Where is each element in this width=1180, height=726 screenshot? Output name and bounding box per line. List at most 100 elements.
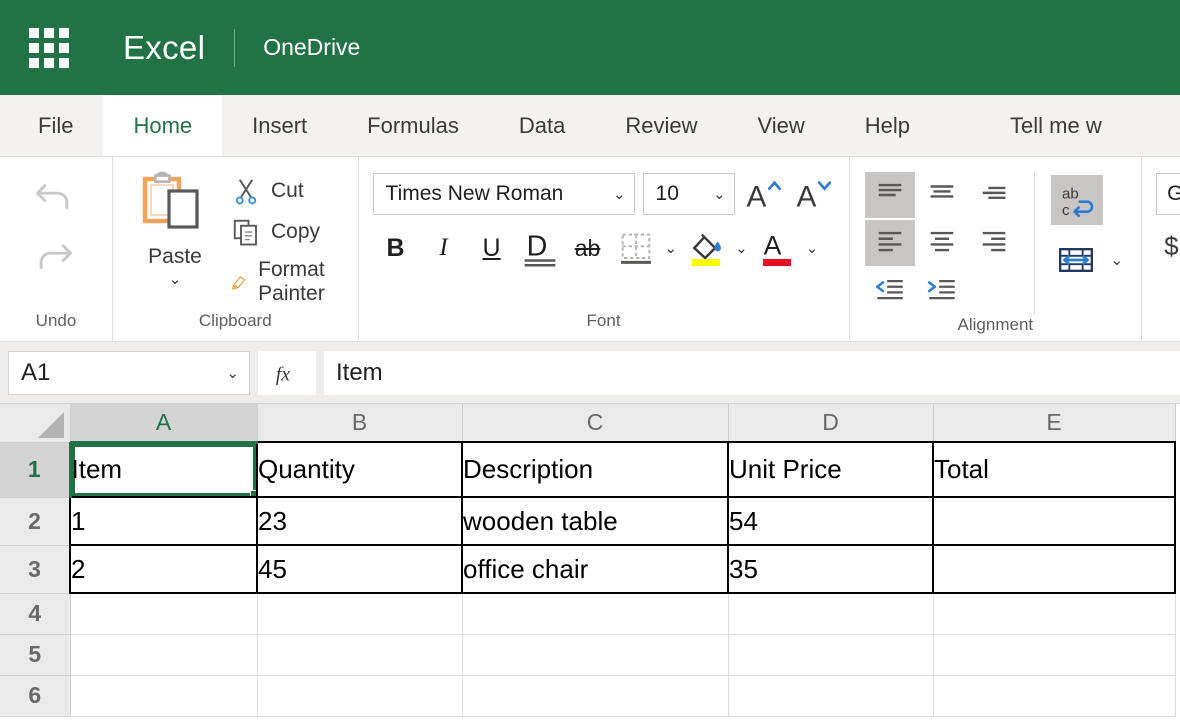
format-painter-button[interactable]: Format Painter: [225, 257, 344, 307]
tab-file[interactable]: File: [8, 95, 103, 156]
svg-text:c: c: [1062, 202, 1070, 219]
cell-d2[interactable]: 54: [727, 497, 934, 546]
paste-chevron-down-icon[interactable]: ⌄: [169, 272, 182, 287]
tab-help[interactable]: Help: [835, 95, 940, 156]
column-header-e[interactable]: E: [933, 404, 1176, 443]
cell-d6[interactable]: [728, 675, 934, 717]
align-top-center-button[interactable]: [917, 172, 967, 218]
currency-format-button[interactable]: $: [1156, 231, 1180, 262]
redo-icon[interactable]: [32, 233, 76, 277]
cell-c5[interactable]: [462, 634, 729, 676]
row-header-1[interactable]: 1: [0, 442, 72, 498]
align-middle-center-button[interactable]: [917, 220, 967, 266]
cell-d4[interactable]: [728, 593, 934, 635]
paste-label: Paste: [148, 245, 202, 268]
cell-a5[interactable]: [70, 634, 258, 676]
paste-icon: [142, 171, 199, 229]
double-underline-button[interactable]: D: [517, 225, 563, 271]
column-header-d[interactable]: D: [728, 404, 934, 443]
insert-function-button[interactable]: fx: [258, 350, 316, 395]
row-header-6[interactable]: 6: [0, 675, 71, 717]
row-header-3[interactable]: 3: [0, 545, 71, 594]
tab-home[interactable]: Home: [103, 95, 223, 156]
cell-b5[interactable]: [257, 634, 463, 676]
decrease-indent-icon: [875, 279, 903, 300]
increase-font-size-button[interactable]: A: [743, 173, 785, 215]
cell-a1[interactable]: Item: [69, 441, 258, 498]
cell-e6[interactable]: [933, 675, 1176, 717]
cell-d5[interactable]: [728, 634, 934, 676]
cell-a6[interactable]: [70, 675, 258, 717]
align-middle-right-button[interactable]: [969, 220, 1019, 266]
cell-a3[interactable]: 2: [69, 545, 258, 594]
cell-a2[interactable]: 1: [69, 497, 258, 546]
bold-button[interactable]: B: [373, 225, 419, 271]
cell-b4[interactable]: [257, 593, 463, 635]
fill-color-chevron-down-icon[interactable]: ⌄: [731, 239, 752, 257]
row-header-2[interactable]: 2: [0, 497, 71, 546]
font-color-chevron-down-icon[interactable]: ⌄: [802, 239, 823, 257]
merge-cells-icon: [1058, 248, 1093, 272]
undo-icon[interactable]: [32, 173, 76, 217]
cell-e3[interactable]: [932, 545, 1176, 594]
cell-d3[interactable]: 35: [727, 545, 934, 594]
cell-e2[interactable]: [932, 497, 1176, 546]
wrap-text-button[interactable]: ab c: [1050, 175, 1103, 225]
cell-c6[interactable]: [462, 675, 729, 717]
align-middle-icon: [930, 185, 953, 198]
fill-color-button[interactable]: [683, 225, 729, 271]
cell-c2[interactable]: wooden table: [461, 497, 729, 546]
font-color-button[interactable]: A: [754, 225, 800, 271]
cell-e4[interactable]: [933, 593, 1176, 635]
increase-indent-button[interactable]: [917, 268, 967, 314]
underline-button[interactable]: U: [469, 225, 515, 271]
formula-input[interactable]: Item: [324, 350, 1180, 395]
fill-handle[interactable]: [250, 490, 255, 495]
cell-b3[interactable]: 45: [256, 545, 463, 594]
tab-review[interactable]: Review: [595, 95, 727, 156]
cell-d1[interactable]: Unit Price: [727, 441, 934, 498]
cut-button[interactable]: Cut: [225, 175, 344, 207]
app-launcher-icon[interactable]: [26, 25, 72, 71]
cell-b6[interactable]: [257, 675, 463, 717]
font-size-combobox[interactable]: 10 ⌄: [642, 173, 735, 215]
tell-me-search[interactable]: Tell me w: [980, 95, 1132, 156]
cell-c4[interactable]: [462, 593, 729, 635]
align-middle-left-button[interactable]: [864, 220, 915, 266]
paintbrush-icon: [231, 276, 246, 290]
paste-button[interactable]: Paste ⌄: [127, 167, 225, 287]
cell-c1[interactable]: Description: [461, 441, 729, 498]
borders-button[interactable]: [613, 225, 659, 271]
tab-data[interactable]: Data: [489, 95, 595, 156]
cell-e5[interactable]: [933, 634, 1176, 676]
merge-cells-button[interactable]: [1051, 237, 1101, 283]
font-name-combobox[interactable]: Times New Roman ⌄: [372, 173, 635, 215]
align-top-left-button[interactable]: [864, 172, 915, 218]
decrease-font-size-button[interactable]: A: [793, 173, 835, 215]
column-header-a[interactable]: A: [70, 404, 258, 444]
cell-c3[interactable]: office chair: [461, 545, 729, 594]
borders-chevron-down-icon[interactable]: ⌄: [661, 239, 682, 257]
tab-formulas[interactable]: Formulas: [337, 95, 489, 156]
strikethrough-button[interactable]: ab: [565, 225, 611, 271]
cell-b1[interactable]: Quantity: [256, 441, 463, 498]
cell-e1[interactable]: Total: [932, 441, 1176, 498]
tab-insert[interactable]: Insert: [222, 95, 337, 156]
row-header-5[interactable]: 5: [0, 634, 71, 676]
name-box[interactable]: A1 ⌄: [8, 350, 250, 395]
row-header-4[interactable]: 4: [0, 593, 71, 635]
column-header-c[interactable]: C: [462, 404, 729, 443]
decrease-indent-button[interactable]: [865, 268, 915, 314]
tab-view[interactable]: View: [727, 95, 834, 156]
number-format-combobox[interactable]: G: [1156, 173, 1180, 215]
cell-a4[interactable]: [70, 593, 258, 635]
cell-b2[interactable]: 23: [256, 497, 463, 546]
italic-button[interactable]: I: [421, 225, 467, 271]
select-all-button[interactable]: [0, 404, 71, 443]
font-size-value: 10: [655, 182, 679, 205]
align-bottom-icon: [982, 186, 1005, 200]
merge-chevron-down-icon[interactable]: ⌄: [1107, 251, 1128, 269]
column-header-b[interactable]: B: [257, 404, 463, 443]
copy-button[interactable]: Copy: [225, 216, 344, 248]
align-top-right-button[interactable]: [969, 172, 1019, 218]
